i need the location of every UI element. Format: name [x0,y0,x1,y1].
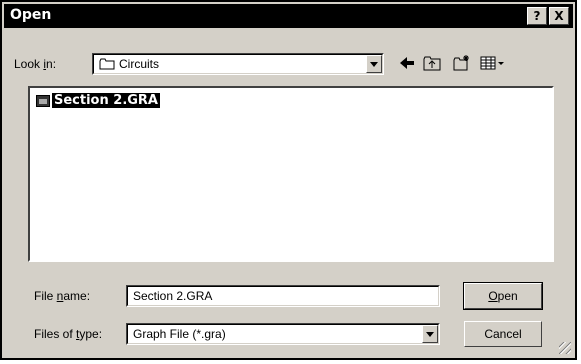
help-button[interactable]: ? [527,7,547,25]
window-title: Open [10,7,52,23]
back-icon[interactable] [398,54,416,72]
view-menu-icon[interactable] [480,55,506,73]
file-name-input[interactable]: Section 2.GRA [126,285,440,307]
up-folder-icon[interactable] [422,54,442,72]
file-type-label: Files of type: [34,327,103,341]
file-list[interactable]: Section 2.GRA [28,86,554,262]
file-type-value: Graph File (*.gra) [133,327,226,341]
file-type-dropdown-button[interactable] [422,325,438,343]
file-name: Section 2.GRA [51,92,161,109]
new-folder-icon[interactable] [452,54,472,72]
file-type-dropdown[interactable]: Graph File (*.gra) [126,323,440,345]
look-in-label: Look in: [14,57,57,71]
folder-icon [99,58,115,70]
resize-grip-icon[interactable] [559,342,571,354]
file-name-label: File name: [34,289,91,303]
look-in-value: Circuits [119,57,160,71]
graph-file-icon [36,94,50,107]
file-name-value: Section 2.GRA [133,289,213,303]
chevron-down-icon [370,61,378,67]
list-item[interactable]: Section 2.GRA [36,92,161,109]
open-dialog: Open ? X Look in: Circuits Section 2.GRA… [0,0,577,360]
cancel-button[interactable]: Cancel [464,321,542,347]
chevron-down-icon [426,331,434,337]
look-in-dropdown[interactable]: Circuits [92,53,384,75]
title-bar: Open ? X [4,4,573,28]
look-in-dropdown-button[interactable] [366,55,382,73]
close-button[interactable]: X [549,7,569,25]
open-button[interactable]: Open [463,282,543,310]
